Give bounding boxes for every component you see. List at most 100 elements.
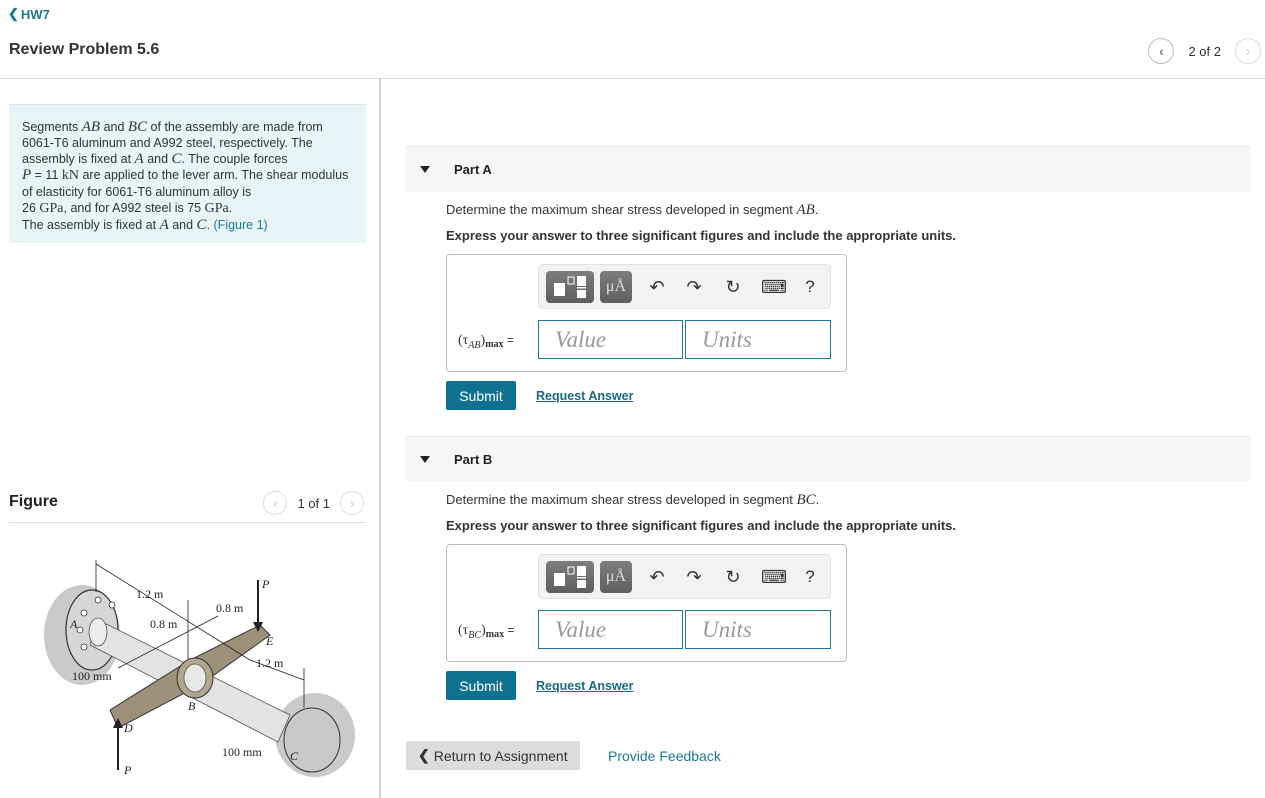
units-button[interactable]: μÅ bbox=[600, 271, 632, 303]
text: . bbox=[206, 218, 214, 232]
part-a-header[interactable]: Part A bbox=[406, 146, 1250, 192]
text: Determine the maximum shear stress devel… bbox=[446, 202, 797, 217]
text: max bbox=[485, 629, 505, 640]
templates-icon bbox=[554, 276, 586, 298]
text: Segments bbox=[22, 120, 82, 134]
units-input[interactable]: Units bbox=[685, 320, 831, 359]
return-to-assignment-button[interactable]: ❮ Return to Assignment bbox=[406, 741, 580, 770]
label-p-bottom: P bbox=[123, 763, 132, 777]
redo-icon[interactable]: ↷ bbox=[683, 276, 705, 298]
chevron-left-icon: ‹ bbox=[273, 495, 278, 511]
math-point-a: A bbox=[134, 151, 144, 167]
label-a: A bbox=[69, 617, 78, 631]
part-a-title: Part A bbox=[454, 162, 492, 177]
part-b: Part B Determine the maximum shear stres… bbox=[406, 436, 1250, 700]
variable-label: (τBC)max = bbox=[458, 623, 514, 641]
chevron-left-icon: ❮ bbox=[418, 747, 430, 763]
back-to-hw7-link[interactable]: ❮ HW7 bbox=[8, 6, 50, 22]
label-c: C bbox=[290, 749, 299, 763]
text: (τ bbox=[458, 333, 469, 348]
text: . bbox=[814, 202, 819, 217]
part-b-header[interactable]: Part B bbox=[406, 436, 1250, 482]
math-unit-kn: kN bbox=[61, 168, 79, 183]
label-dim-1-2m-top: 1.2 m bbox=[136, 587, 164, 601]
units-input[interactable]: Units bbox=[685, 610, 831, 649]
math-point-a: A bbox=[159, 217, 169, 233]
reset-icon[interactable]: ↻ bbox=[722, 276, 744, 298]
help-icon[interactable]: ? bbox=[799, 566, 821, 588]
value-input[interactable]: Value bbox=[538, 610, 683, 649]
assembly-figure[interactable]: A B C D E P P 1.2 m 0.8 m 0.8 m 1.2 m 10… bbox=[40, 550, 360, 790]
text: AB bbox=[468, 339, 481, 351]
keyboard-icon[interactable]: ⌨ bbox=[761, 276, 787, 298]
text: . bbox=[815, 492, 820, 507]
label-dim-100mm-left: 100 mm bbox=[72, 669, 112, 683]
math-seg-bc: BC bbox=[127, 119, 148, 135]
redo-icon[interactable]: ↷ bbox=[683, 566, 705, 588]
text: = bbox=[503, 333, 514, 347]
footer-actions: ❮ Return to Assignment Provide Feedback bbox=[406, 741, 721, 770]
collapse-triangle-icon bbox=[420, 456, 430, 463]
variable-label: (τAB)max = bbox=[458, 333, 514, 351]
part-b-question: Determine the maximum shear stress devel… bbox=[446, 492, 1250, 510]
math-unit-gpa: GPa bbox=[39, 201, 64, 216]
shaft-end-a bbox=[88, 617, 108, 647]
text: , and for A992 steel is 75 bbox=[63, 201, 205, 215]
text: and bbox=[100, 120, 128, 134]
label-p-top: P bbox=[261, 577, 270, 591]
text: and bbox=[143, 152, 172, 166]
previous-figure-button[interactable]: ‹ bbox=[263, 491, 288, 515]
problem-pager: ‹ 2 of 2 › bbox=[1148, 38, 1265, 64]
text: . The couple forces bbox=[181, 152, 288, 166]
text: The assembly is fixed at bbox=[22, 218, 160, 232]
part-b-title: Part B bbox=[454, 452, 493, 467]
figure-header: Figure ‹ 1 of 1 › bbox=[9, 491, 366, 523]
header-divider bbox=[0, 78, 1265, 79]
label-d: D bbox=[123, 721, 133, 735]
undo-icon[interactable]: ↶ bbox=[646, 276, 668, 298]
text: max bbox=[485, 339, 504, 350]
next-figure-button[interactable]: › bbox=[340, 491, 364, 515]
math-unit-gpa: GPa bbox=[204, 201, 229, 216]
templates-button[interactable] bbox=[546, 561, 594, 593]
templates-button[interactable] bbox=[546, 271, 594, 303]
value-input[interactable]: Value bbox=[538, 320, 683, 359]
figure-1-link[interactable]: (Figure 1) bbox=[214, 218, 268, 232]
chevron-left-icon: ❮ bbox=[8, 6, 19, 21]
shaft-through-hub bbox=[183, 663, 207, 693]
part-a-answer-box: μÅ ↶ ↷ ↻ ⌨ ? (τAB)max = Value Units bbox=[446, 254, 847, 372]
text: Determine the maximum shear stress devel… bbox=[446, 492, 797, 507]
text: BC bbox=[468, 629, 482, 641]
provide-feedback-link[interactable]: Provide Feedback bbox=[608, 748, 721, 764]
units-button[interactable]: μÅ bbox=[600, 561, 632, 593]
math-toolbar: μÅ ↶ ↷ ↻ ⌨ ? bbox=[538, 264, 831, 309]
units-icon: μÅ bbox=[605, 278, 627, 295]
math-p: P bbox=[22, 167, 32, 183]
chevron-right-icon: › bbox=[349, 495, 355, 511]
math-point-c: C bbox=[171, 151, 182, 167]
help-icon[interactable]: ? bbox=[799, 276, 821, 298]
submit-button[interactable]: Submit bbox=[446, 671, 516, 700]
label-dim-0-8m-top: 0.8 m bbox=[216, 601, 244, 615]
reset-icon[interactable]: ↻ bbox=[722, 566, 744, 588]
previous-problem-button[interactable]: ‹ bbox=[1148, 38, 1175, 64]
part-b-instruction: Express your answer to three significant… bbox=[446, 518, 956, 533]
undo-icon[interactable]: ↶ bbox=[646, 566, 668, 588]
part-a-instruction: Express your answer to three significant… bbox=[446, 228, 956, 243]
next-problem-button[interactable]: › bbox=[1235, 38, 1261, 64]
label-e: E bbox=[265, 634, 274, 648]
problem-statement: Segments AB and BC of the assembly are m… bbox=[9, 104, 366, 243]
units-icon: μÅ bbox=[605, 568, 627, 585]
column-divider bbox=[379, 78, 381, 798]
label-dim-1-2m-right: 1.2 m bbox=[256, 656, 284, 670]
text: = 11 bbox=[31, 168, 62, 182]
part-a-question: Determine the maximum shear stress devel… bbox=[446, 202, 1250, 220]
request-answer-link[interactable]: Request Answer bbox=[536, 679, 633, 693]
text: = bbox=[504, 623, 515, 637]
keyboard-icon[interactable]: ⌨ bbox=[761, 566, 787, 588]
submit-button[interactable]: Submit bbox=[446, 381, 516, 410]
chevron-right-icon: › bbox=[1245, 43, 1251, 59]
back-link-label: HW7 bbox=[20, 6, 50, 22]
math-seg-bc: BC bbox=[796, 492, 816, 508]
request-answer-link[interactable]: Request Answer bbox=[536, 389, 633, 403]
